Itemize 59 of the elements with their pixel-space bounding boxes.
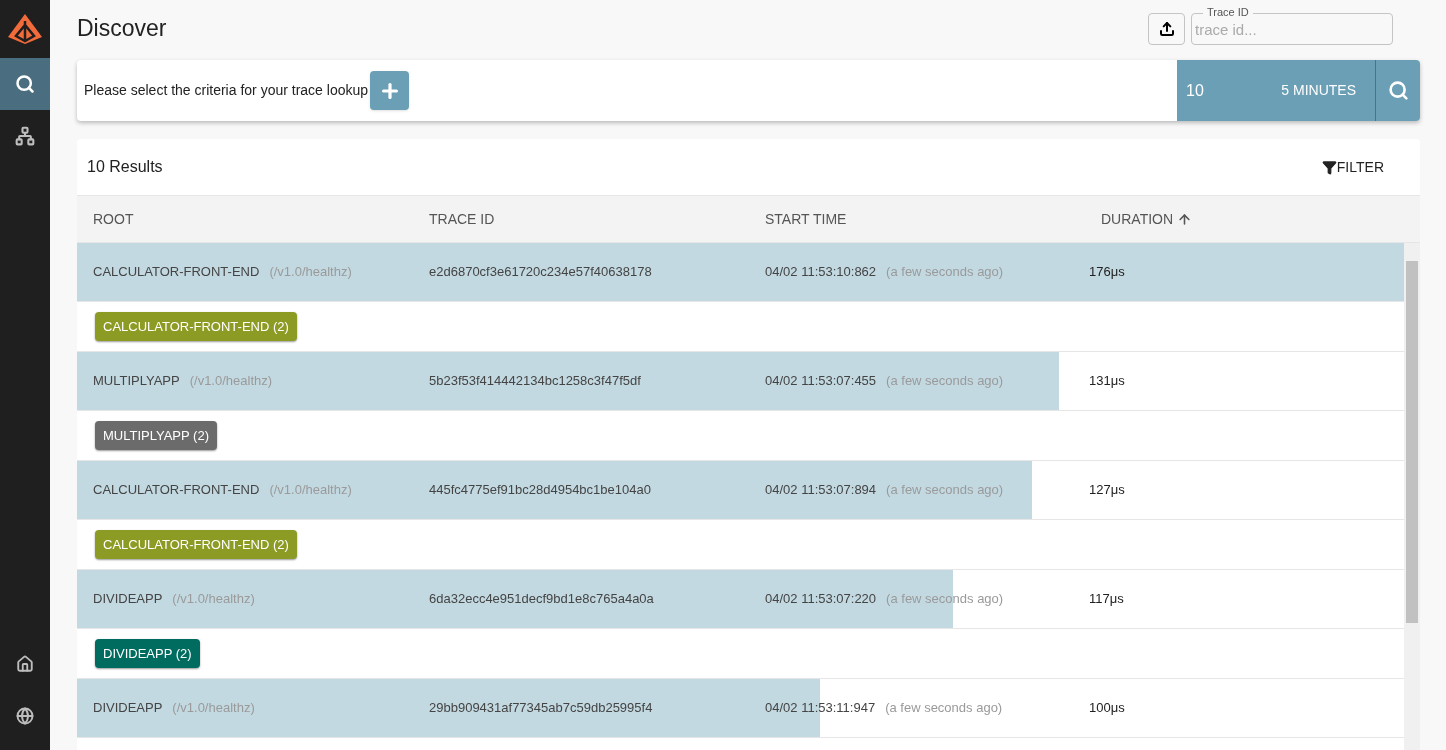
page-title: Discover <box>77 13 167 43</box>
relative-time: (a few seconds ago) <box>886 263 1004 282</box>
start-time: 04/02 11:53:10:862 <box>765 263 877 282</box>
duration: 131μs <box>1089 372 1126 391</box>
relative-time: (a few seconds ago) <box>886 372 1004 391</box>
add-criteria-button[interactable] <box>370 71 410 110</box>
trace-row[interactable]: MULTIPLYAPP (/v1.0/healthz) 5b23f53f414442134bc1258c3f47f5df 04/02 11:53:07:455 (a few seconds ago) 131μs <box>77 352 1404 411</box>
tree-icon <box>15 126 35 146</box>
filter-button[interactable]: FILTER <box>1321 156 1384 178</box>
column-header[interactable]: DURATION <box>1101 208 1174 230</box>
trace-row[interactable]: DIVIDEAPP (/v1.0/healthz) 29bb909431af77345ab7c59db25995f4 04/02 11:53:11:947 (a few seconds ago) 100μs <box>77 679 1404 738</box>
start-time: 04/02 11:53:07:894 <box>765 481 877 500</box>
service-badge: CALCULATOR-FRONT-END (2) <box>95 312 297 341</box>
scrollbar-thumb[interactable] <box>1406 261 1418 623</box>
start-time: 04/02 11:53:11:947 <box>765 699 876 718</box>
service-name: CALCULATOR-FRONT-END <box>93 263 260 282</box>
trace-id: 5b23f53f414442134bc1258c3f47f5df <box>429 372 642 391</box>
trace-row[interactable]: CALCULATOR-FRONT-END (/v1.0/healthz) 445fc4775ef91bc28d4954bc1be104a0 04/02 11:53:07:894 (a few seconds ago) 127μs <box>77 461 1404 520</box>
field-label: Trace ID <box>1203 5 1253 19</box>
sidebar-item[interactable] <box>0 58 50 110</box>
duration: 127μs <box>1089 481 1126 500</box>
column-header[interactable]: TRACE ID <box>429 208 495 230</box>
logo-icon <box>7 13 43 45</box>
relative-time: (a few seconds ago) <box>886 481 1004 500</box>
service-name: DIVIDEAPP <box>93 590 163 609</box>
upload-button[interactable] <box>1148 13 1185 45</box>
service-badge: DIVIDEAPP (2) <box>95 639 200 668</box>
criteria-prompt: Please select the criteria for your trace lookup <box>84 81 369 100</box>
span-path: (/v1.0/healthz) <box>172 699 255 718</box>
trace-id: 29bb909431af77345ab7c59db25995f4 <box>429 699 654 718</box>
filter-icon <box>1321 159 1337 175</box>
span-path: (/v1.0/healthz) <box>269 263 352 282</box>
duration: 100μs <box>1089 699 1126 718</box>
service-badge: MULTIPLYAPP (2) <box>95 421 217 450</box>
column-header[interactable]: START TIME <box>765 208 847 230</box>
duration: 117μs <box>1089 590 1125 609</box>
span-path: (/v1.0/healthz) <box>172 590 255 609</box>
globe-icon <box>16 707 34 725</box>
span-path: (/v1.0/healthz) <box>269 481 352 500</box>
service-name: DIVIDEAPP <box>93 699 163 718</box>
search-button[interactable] <box>1375 60 1420 121</box>
column-header[interactable]: ROOT <box>93 208 134 230</box>
service-name: CALCULATOR-FRONT-END <box>93 481 260 500</box>
trace-id: e2d6870cf3e61720c234e57f40638178 <box>429 263 653 282</box>
search-icon <box>1387 80 1409 101</box>
duration: 176μs <box>1089 263 1126 282</box>
relative-time: (a few seconds ago) <box>885 699 1003 718</box>
trace-id: 6da32ecc4e951decf9bd1e8c765a4a0a <box>429 590 655 609</box>
home-icon <box>16 655 34 673</box>
trace-row[interactable]: CALCULATOR-FRONT-END (/v1.0/healthz) e2d6870cf3e61720c234e57f40638178 04/02 11:53:10:862 (a few seconds ago) 176μs <box>77 243 1404 302</box>
start-time: 04/02 11:53:07:220 <box>765 590 877 609</box>
search-icon <box>15 74 35 94</box>
start-time: 04/02 11:53:07:455 <box>765 372 877 391</box>
trace-id: 445fc4775ef91bc28d4954bc1be104a0 <box>429 481 652 500</box>
service-name: MULTIPLYAPP <box>93 372 180 391</box>
results-count: 10 Results <box>87 157 163 177</box>
service-badge: CALCULATOR-FRONT-END (2) <box>95 530 297 559</box>
span-path: (/v1.0/healthz) <box>189 372 273 391</box>
upload-icon <box>1158 21 1175 37</box>
